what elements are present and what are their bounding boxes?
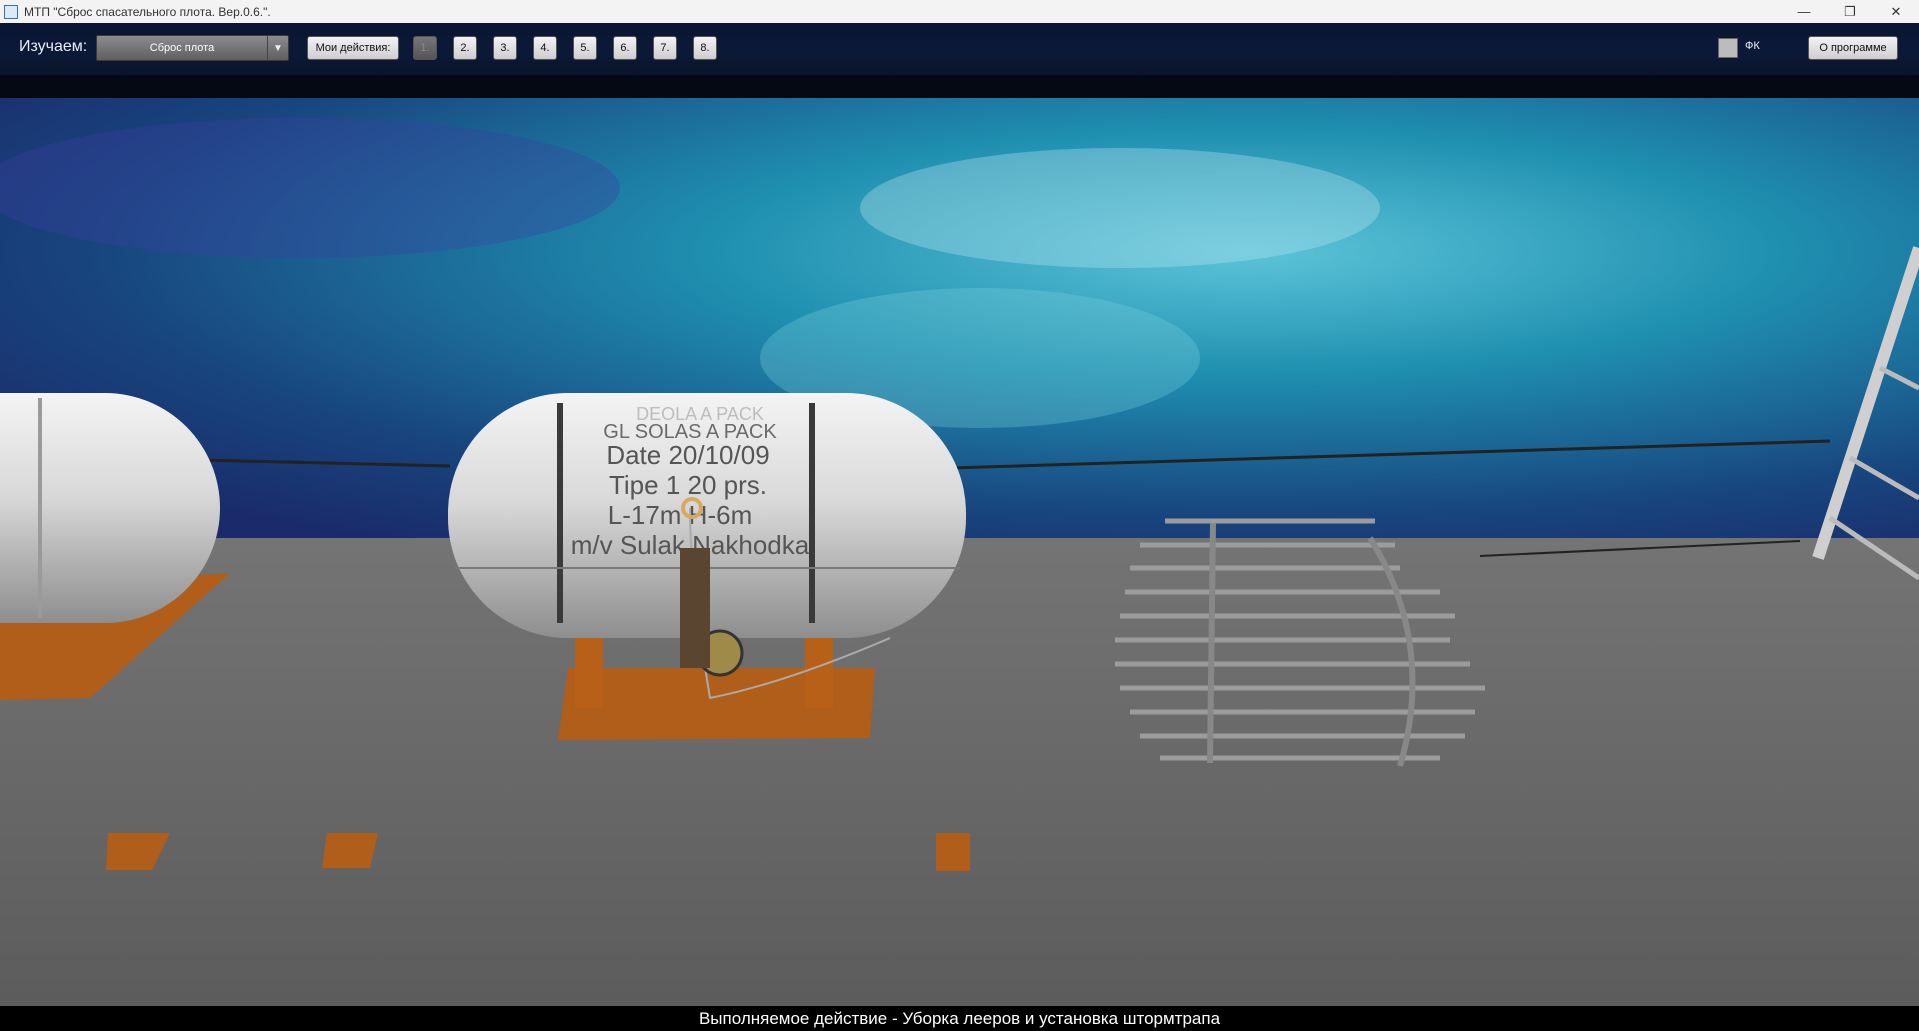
step-button-8[interactable]: 8. bbox=[693, 36, 717, 60]
step-button-7[interactable]: 7. bbox=[653, 36, 677, 60]
step-button-6[interactable]: 6. bbox=[613, 36, 637, 60]
sea-shadow bbox=[0, 118, 620, 258]
sea-foam bbox=[860, 148, 1380, 268]
study-select[interactable]: Сброс плота ▼ bbox=[96, 35, 289, 61]
window-controls: — ❐ ✕ bbox=[1781, 0, 1919, 23]
step-button-1[interactable]: 1. bbox=[413, 36, 437, 60]
raft-label-line: L-17m H-6m bbox=[608, 500, 752, 530]
scene-render: DEOLA A PACK GL SOLAS A PACK Date 20/10/… bbox=[0, 98, 1919, 1006]
hook-lock bbox=[680, 548, 710, 668]
bollard bbox=[322, 833, 378, 868]
status-bar: Выполняемое действие - Уборка лееров и у… bbox=[0, 1006, 1919, 1031]
step-button-2[interactable]: 2. bbox=[453, 36, 477, 60]
chevron-down-icon[interactable]: ▼ bbox=[267, 36, 288, 60]
raft-capsule bbox=[0, 393, 220, 623]
window-title: МТП "Сброс спасательного плота. Вер.0.6.… bbox=[24, 4, 271, 19]
study-select-value: Сброс плота bbox=[149, 42, 215, 54]
raft-label-line: Tipe 1 20 prs. bbox=[609, 470, 767, 500]
app-icon bbox=[4, 4, 18, 19]
step-button-4[interactable]: 4. bbox=[533, 36, 557, 60]
toolbar-band bbox=[0, 75, 1919, 98]
toolbar: Изучаем: Сброс плота ▼ Мои действия: 1. … bbox=[0, 23, 1919, 98]
fk-checkbox[interactable] bbox=[1718, 38, 1738, 58]
about-button[interactable]: О программе bbox=[1808, 36, 1898, 60]
step-button-3[interactable]: 3. bbox=[493, 36, 517, 60]
close-icon[interactable]: ✕ bbox=[1873, 0, 1919, 23]
my-actions-button[interactable]: Мои действия: bbox=[307, 36, 399, 60]
study-label: Изучаем: bbox=[19, 38, 88, 55]
title-bar: МТП "Сброс спасательного плота. Вер.0.6.… bbox=[0, 0, 1919, 24]
deck bbox=[0, 538, 1919, 1006]
current-action-text: Выполняемое действие - Уборка лееров и у… bbox=[698, 1008, 1221, 1028]
scene-viewport[interactable]: DEOLA A PACK GL SOLAS A PACK Date 20/10/… bbox=[0, 98, 1919, 1006]
raft-label-line: Date 20/10/09 bbox=[606, 440, 769, 470]
maximize-icon[interactable]: ❐ bbox=[1827, 0, 1873, 23]
minimize-icon[interactable]: — bbox=[1781, 0, 1827, 23]
step-button-5[interactable]: 5. bbox=[573, 36, 597, 60]
ladder-rope bbox=[1207, 522, 1216, 764]
fk-label: ФК bbox=[1745, 40, 1760, 52]
bollard bbox=[936, 833, 970, 871]
